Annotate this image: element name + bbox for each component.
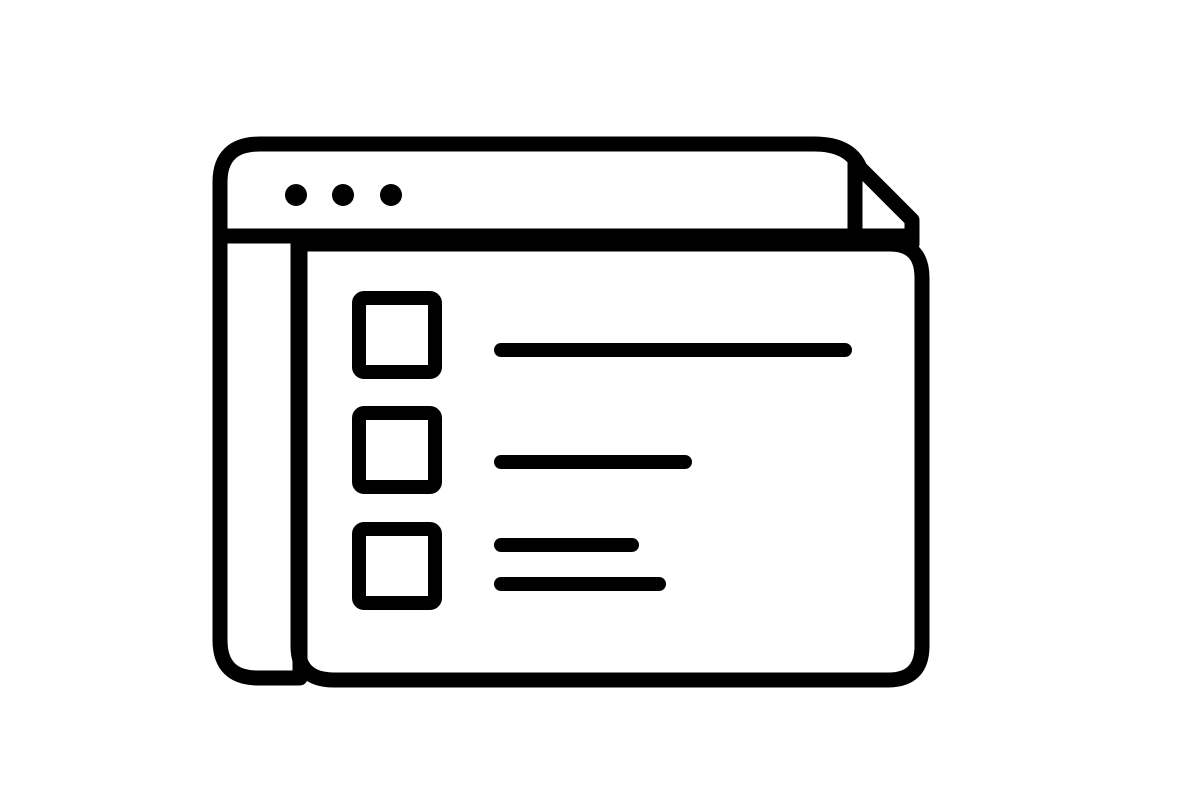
browser-window-checklist-icon bbox=[212, 136, 930, 688]
checklist-item[interactable] bbox=[352, 291, 852, 379]
checklist-item[interactable] bbox=[352, 522, 666, 610]
checklist-item[interactable] bbox=[352, 406, 692, 494]
checklist bbox=[352, 291, 852, 610]
front-panel bbox=[290, 236, 930, 688]
checkbox-icon[interactable] bbox=[352, 522, 442, 610]
window-dot-icon bbox=[332, 184, 354, 206]
checkbox-icon[interactable] bbox=[352, 406, 442, 494]
back-window-frame bbox=[212, 136, 920, 686]
window-dot-icon bbox=[285, 184, 307, 206]
title-bar-dots bbox=[285, 184, 402, 206]
window-dot-icon bbox=[380, 184, 402, 206]
canvas bbox=[0, 0, 1200, 800]
back-window bbox=[212, 136, 920, 686]
checkbox-icon[interactable] bbox=[352, 291, 442, 379]
